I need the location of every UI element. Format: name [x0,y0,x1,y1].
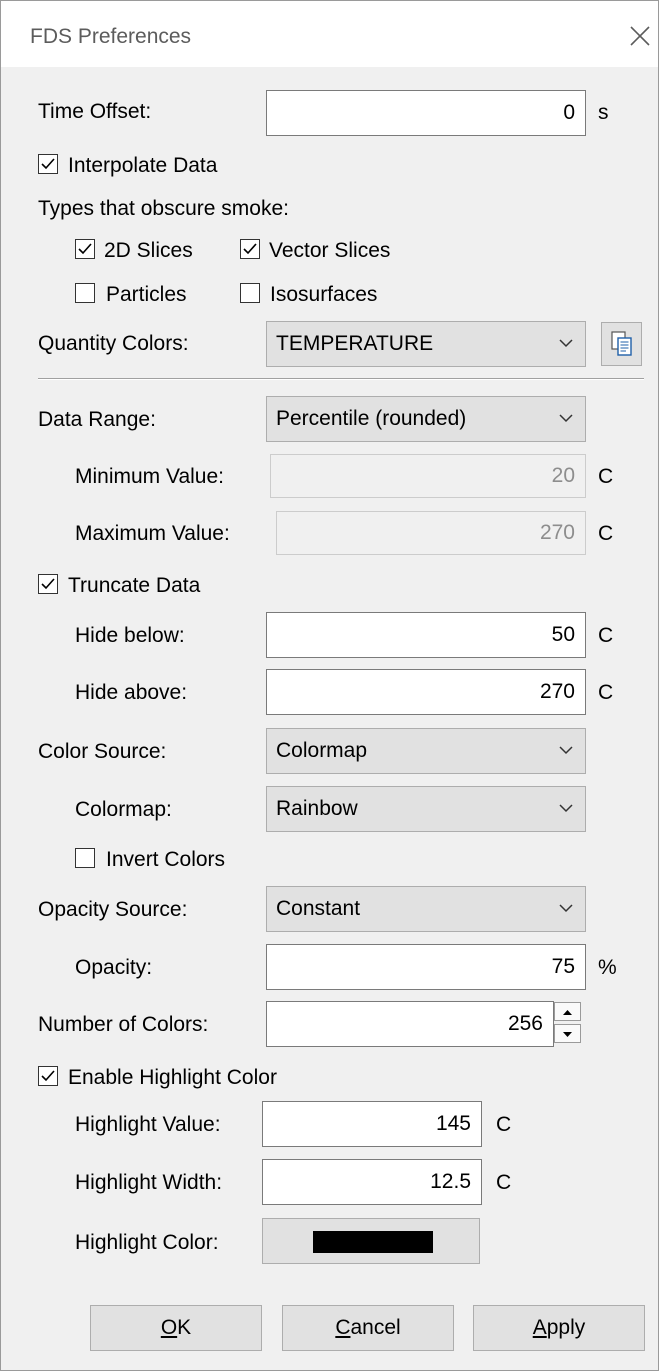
highlight-color-swatch [313,1231,433,1253]
copy-button[interactable] [601,322,642,366]
opacity-unit: % [598,956,617,979]
label-particles: Particles [106,283,187,306]
checkbox-vector-slices[interactable] [240,239,260,259]
number-of-colors-label: Number of Colors: [38,1013,209,1036]
highlight-width-label: Highlight Width: [75,1171,223,1194]
opacity-input[interactable]: 75 [266,944,586,990]
colormap-select[interactable]: Rainbow [266,786,586,832]
colormap-value: Rainbow [276,797,358,820]
number-of-colors-spinner[interactable] [554,1002,583,1044]
highlight-value-label: Highlight Value: [75,1113,221,1136]
highlight-value-input[interactable]: 145 [262,1101,482,1147]
hide-below-unit: C [598,624,614,647]
quantity-colors-value: TEMPERATURE [276,332,434,355]
hide-below-label: Hide below: [75,624,185,647]
chevron-down-icon [559,746,573,755]
obscure-heading: Types that obscure smoke: [38,197,289,220]
time-offset-label: Time Offset: [38,100,152,123]
data-range-value: Percentile (rounded) [276,407,467,430]
opacity-label: Opacity: [75,956,153,979]
interpolate-check[interactable] [38,154,58,174]
title-bar: FDS Preferences [1,1,658,67]
cancel-label-rest: ancel [350,1316,401,1339]
maximum-value-input: 270 [276,511,586,555]
maximum-value-unit: C [598,522,614,545]
data-range-label: Data Range: [38,408,156,431]
color-source-value: Colormap [276,739,368,762]
opacity-source-label: Opacity Source: [38,898,188,921]
ok-button[interactable]: OK [90,1305,262,1351]
ok-mnemonic: O [160,1316,178,1339]
highlight-width-input[interactable]: 12.5 [262,1159,482,1205]
arrow-up-icon [563,1010,572,1015]
cancel-button[interactable]: Cancel [282,1305,454,1351]
checkbox-isosurfaces[interactable] [240,283,260,303]
maximum-value-label: Maximum Value: [75,522,230,545]
data-range-select[interactable]: Percentile (rounded) [266,396,586,442]
separator [38,378,644,380]
minimum-value-input: 20 [270,454,586,498]
time-offset-input[interactable]: 0 [266,90,586,136]
hide-below-input[interactable]: 50 [266,612,586,658]
hide-above-label: Hide above: [75,681,188,704]
ok-label-rest: K [177,1316,192,1339]
quantity-colors-label: Quantity Colors: [38,332,189,355]
label-2d-slices: 2D Slices [104,239,193,262]
truncate-label: Truncate Data [68,574,201,597]
number-of-colors-input[interactable]: 256 [266,1001,554,1047]
cancel-mnemonic: C [335,1316,351,1339]
spin-up-button[interactable] [554,1002,581,1021]
copy-icon [611,331,632,356]
window-title: FDS Preferences [30,25,192,48]
apply-button[interactable]: Apply [473,1305,645,1351]
spin-down-button[interactable] [554,1024,581,1043]
checkbox-particles[interactable] [75,283,95,303]
color-source-select[interactable]: Colormap [266,728,586,774]
chevron-down-icon [559,339,573,348]
enable-highlight-check[interactable] [38,1066,58,1086]
hide-above-unit: C [598,681,614,704]
quantity-colors-select[interactable]: TEMPERATURE [266,321,586,367]
label-isosurfaces: Isosurfaces [270,283,378,306]
chevron-down-icon [559,414,573,423]
opacity-source-select[interactable]: Constant [266,886,586,932]
close-icon[interactable] [625,21,655,51]
color-source-label: Color Source: [38,740,167,763]
opacity-source-value: Constant [276,897,361,920]
chevron-down-icon [559,904,573,913]
chevron-down-icon [559,804,573,813]
highlight-color-label: Highlight Color: [75,1231,219,1254]
highlight-color-button[interactable] [262,1218,480,1264]
colormap-label: Colormap: [75,798,172,821]
apply-mnemonic: A [532,1316,547,1339]
label-vector-slices: Vector Slices [269,239,391,262]
truncate-check[interactable] [38,574,58,594]
highlight-value-unit: C [496,1113,512,1136]
invert-colors-check[interactable] [75,848,95,868]
invert-colors-label: Invert Colors [106,848,226,871]
minimum-value-label: Minimum Value: [75,465,224,488]
enable-highlight-label: Enable Highlight Color [68,1066,277,1089]
highlight-width-unit: C [496,1171,512,1194]
hide-above-input[interactable]: 270 [266,669,586,715]
checkbox-2d-slices[interactable] [75,239,95,259]
arrow-down-icon [563,1032,572,1037]
time-offset-unit: s [598,101,609,124]
interpolate-label: Interpolate Data [68,154,218,177]
minimum-value-unit: C [598,465,614,488]
apply-label-rest: pply [546,1316,586,1339]
